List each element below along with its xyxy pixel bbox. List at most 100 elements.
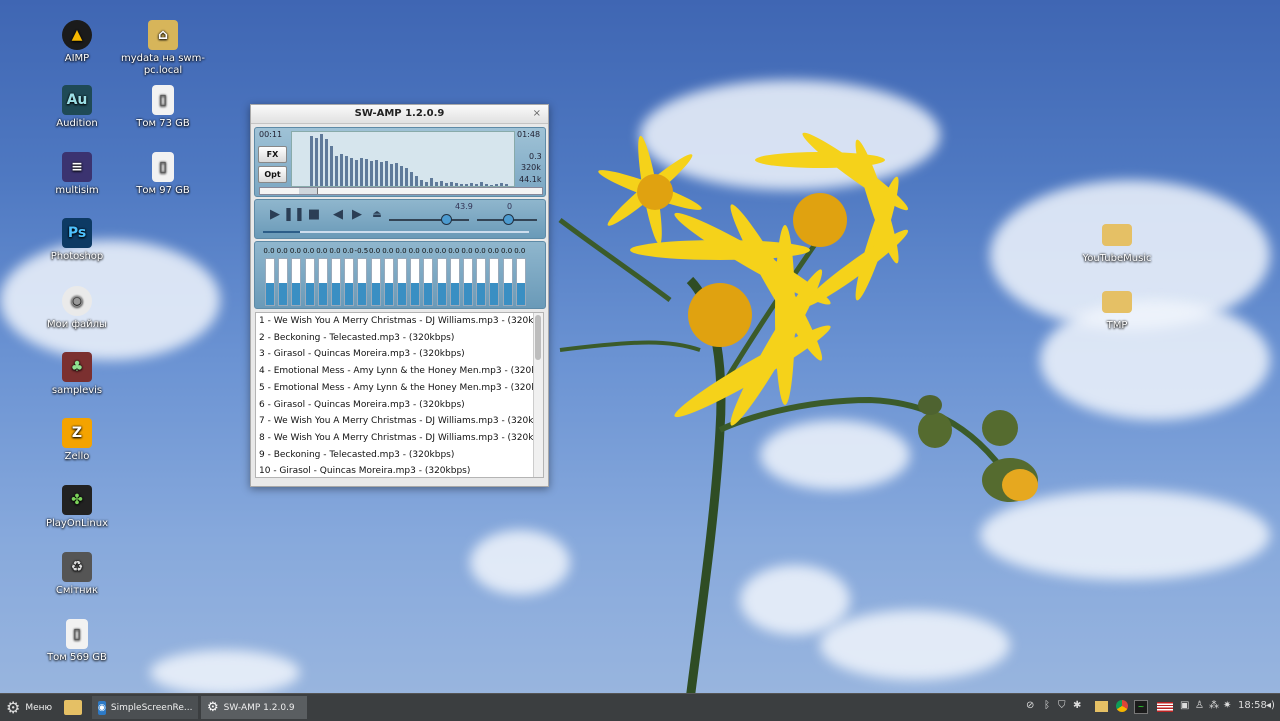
audition-icon: Au bbox=[62, 85, 92, 115]
eq-band-slider[interactable] bbox=[331, 258, 341, 306]
playlist-item[interactable]: 4 - Emotional Mess - Amy Lynn & the Hone… bbox=[259, 363, 543, 379]
eq-band-slider[interactable] bbox=[436, 258, 447, 306]
eq-band-value: 0.0 bbox=[435, 247, 447, 255]
scrollbar-thumb[interactable] bbox=[535, 315, 541, 360]
next-icon[interactable]: ▶ bbox=[349, 206, 365, 222]
fx-button[interactable]: FX bbox=[258, 146, 287, 163]
spectrum-bar bbox=[330, 146, 333, 186]
clock[interactable]: 18:58 bbox=[1238, 700, 1267, 711]
seek-handle[interactable] bbox=[299, 188, 319, 194]
eq-band-slider[interactable] bbox=[463, 258, 473, 306]
desktop-icon-trash[interactable]: ♻ Смітник bbox=[32, 552, 122, 597]
clipboard-icon[interactable]: ▣ bbox=[1180, 700, 1189, 711]
folder-icon bbox=[1102, 291, 1132, 313]
eq-band-value: 0.0 bbox=[342, 247, 354, 255]
eq-band-slider[interactable] bbox=[265, 258, 275, 306]
eq-band-slider[interactable] bbox=[370, 258, 381, 306]
eq-band-slider[interactable] bbox=[383, 258, 394, 306]
eq-band-slider[interactable] bbox=[397, 258, 407, 306]
files-launcher[interactable] bbox=[58, 696, 88, 719]
multisim-icon: ≡ bbox=[62, 152, 92, 182]
eq-band-slider[interactable] bbox=[489, 258, 500, 306]
taskbar-window-swamp[interactable]: ⚙ SW-AMP 1.2.0.9 bbox=[201, 696, 307, 719]
opt-button[interactable]: Opt bbox=[258, 166, 287, 183]
previous-icon[interactable]: ◀ bbox=[330, 206, 346, 222]
eq-band-fill bbox=[398, 283, 406, 305]
stop-icon[interactable]: ■ bbox=[306, 206, 322, 222]
eq-band-slider[interactable] bbox=[291, 258, 302, 306]
desktop-icon-samplevis[interactable]: ♣ samplevis bbox=[32, 352, 122, 397]
vpn-icon[interactable]: ✱ bbox=[1073, 700, 1081, 711]
desktop-icon-photoshop[interactable]: Ps Photoshop bbox=[32, 218, 122, 263]
disabled-icon[interactable]: ⊘ bbox=[1026, 700, 1034, 711]
eq-band-slider[interactable] bbox=[410, 258, 421, 306]
brightness-icon[interactable]: ✷ bbox=[1223, 700, 1231, 711]
balance-knob[interactable] bbox=[503, 214, 514, 225]
start-menu-button[interactable]: ⚙ Меню bbox=[0, 696, 58, 719]
transport-panel: ▶ ❚❚ ■ ◀ ▶ ⏏ 43.9 0 bbox=[254, 199, 546, 239]
eq-band-slider[interactable] bbox=[515, 258, 526, 306]
playlist[interactable]: 10 - Girasol - Quincas Moreira.mp3 - (32… bbox=[255, 312, 544, 478]
user-icon[interactable]: ♙ bbox=[1195, 700, 1204, 711]
spectrum-bar bbox=[310, 136, 313, 186]
network-icon[interactable]: ⁂ bbox=[1209, 700, 1219, 711]
playlist-item[interactable]: 3 - Girasol - Quincas Moreira.mp3 - (320… bbox=[259, 346, 465, 362]
shield-icon[interactable]: ⛉ bbox=[1058, 700, 1066, 711]
playlist-item[interactable]: 7 - We Wish You A Merry Christmas - DJ W… bbox=[259, 413, 543, 429]
folder-icon[interactable] bbox=[1095, 701, 1108, 712]
eq-band-slider[interactable] bbox=[476, 258, 487, 306]
playlist-item[interactable]: 8 - We Wish You A Merry Christmas - DJ W… bbox=[259, 430, 543, 446]
spectrum-bar bbox=[505, 184, 508, 186]
eq-band-slider[interactable] bbox=[278, 258, 289, 306]
playlist-item[interactable]: 9 - Beckoning - Telecasted.mp3 - (320kbp… bbox=[259, 447, 454, 463]
spectrum-bar bbox=[420, 180, 423, 186]
close-icon[interactable]: × bbox=[533, 105, 541, 123]
seek-bar[interactable] bbox=[259, 187, 543, 195]
spectrum-bar bbox=[335, 156, 338, 186]
spectrum-bar bbox=[350, 158, 353, 186]
eq-band-slider[interactable] bbox=[423, 258, 434, 306]
speaker-icon[interactable]: ◂) bbox=[1266, 700, 1275, 711]
desktop-icon-tmp[interactable]: TMP bbox=[1072, 287, 1162, 332]
desktop-icon-audition[interactable]: Au Audition bbox=[32, 85, 122, 130]
eq-band-fill bbox=[424, 283, 433, 305]
playlist-item[interactable]: 5 - Emotional Mess - Amy Lynn & the Hone… bbox=[259, 380, 543, 396]
player-window[interactable]: SW-AMP 1.2.0.9 × 00:11 FX Opt 01:48 0.3 … bbox=[250, 104, 549, 487]
eq-band-slider[interactable] bbox=[317, 258, 328, 306]
desktop-icon-playonlinux[interactable]: ✤ PlayOnLinux bbox=[32, 485, 122, 530]
us-flag-icon[interactable] bbox=[1157, 702, 1173, 712]
eq-band-slider[interactable] bbox=[449, 258, 460, 306]
chrome-icon[interactable] bbox=[1116, 700, 1128, 712]
desktop-icon-mydata[interactable]: ⌂ mydata на swm-pc.local bbox=[118, 20, 208, 77]
spectrum-bar bbox=[465, 184, 468, 186]
desktop-icon-multisim[interactable]: ≡ multisim bbox=[32, 152, 122, 197]
eq-band-fill bbox=[411, 283, 420, 305]
taskbar-window-simplescreenrecorder[interactable]: ◉ SimpleScreenRe... bbox=[92, 696, 198, 719]
playlist-item[interactable]: 1 - We Wish You A Merry Christmas - DJ W… bbox=[259, 313, 543, 329]
play-icon[interactable]: ▶ bbox=[267, 206, 283, 222]
playlist-item[interactable]: 6 - Girasol - Quincas Moreira.mp3 - (320… bbox=[259, 397, 465, 413]
playlist-item[interactable]: 10 - Girasol - Quincas Moreira.mp3 - (32… bbox=[259, 463, 470, 477]
player-titlebar[interactable]: SW-AMP 1.2.0.9 × bbox=[251, 105, 548, 124]
eq-band-slider[interactable] bbox=[502, 258, 513, 306]
eq-band-value: 0.0 bbox=[448, 247, 460, 255]
system-monitor-icon[interactable]: ~ bbox=[1134, 700, 1148, 714]
playlist-scrollbar[interactable] bbox=[533, 313, 543, 477]
eq-band-slider[interactable] bbox=[304, 258, 315, 306]
desktop-icon-zello[interactable]: Z Zello bbox=[32, 418, 122, 463]
eq-band-slider[interactable] bbox=[357, 258, 368, 306]
volume-knob[interactable] bbox=[441, 214, 452, 225]
bluetooth-icon[interactable]: ᛒ bbox=[1044, 700, 1050, 711]
desktop-icon-volume-569[interactable]: ▯ Том 569 GB bbox=[32, 619, 122, 664]
desktop-icon-aimp[interactable]: ▲ AIMP bbox=[32, 20, 122, 65]
desktop-icon-volume-73[interactable]: ▯ Том 73 GB bbox=[118, 85, 208, 130]
desktop-icon-my-files[interactable]: ◉ Мои файлы bbox=[32, 286, 122, 331]
volume-slider[interactable] bbox=[389, 219, 469, 221]
eject-icon[interactable]: ⏏ bbox=[369, 206, 385, 222]
playlist-item[interactable]: 2 - Beckoning - Telecasted.mp3 - (320kbp… bbox=[259, 330, 454, 346]
desktop-icon-youtubemusic[interactable]: YouTubeMusic bbox=[1072, 220, 1162, 265]
desktop-icon-volume-97[interactable]: ▯ Том 97 GB bbox=[118, 152, 208, 197]
eq-band-slider[interactable] bbox=[344, 258, 355, 306]
pause-icon[interactable]: ❚❚ bbox=[283, 206, 305, 222]
desktop-icon-label: samplevis bbox=[51, 385, 103, 396]
